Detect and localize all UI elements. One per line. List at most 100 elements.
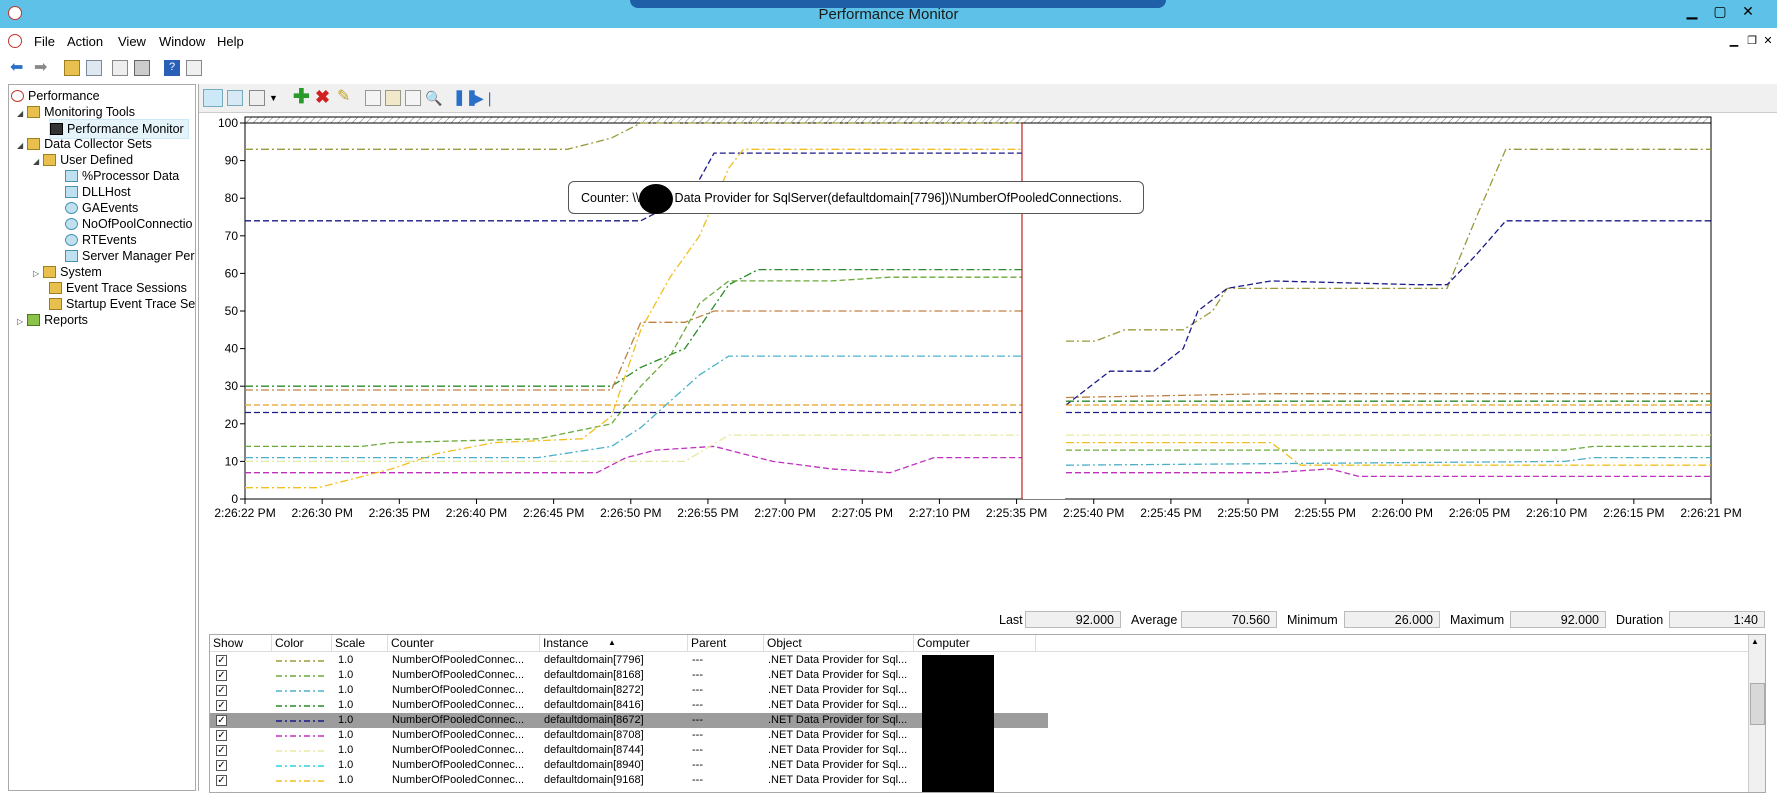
- show-checkbox[interactable]: ✓: [216, 715, 227, 726]
- show-checkbox[interactable]: ✓: [216, 700, 227, 711]
- show-checkbox[interactable]: ✓: [216, 745, 227, 756]
- back-icon[interactable]: ⬅: [10, 60, 26, 76]
- show-hide-tree-icon[interactable]: [86, 60, 102, 76]
- properties-icon[interactable]: [112, 60, 128, 76]
- instance-cell: defaultdomain[8940]: [544, 759, 644, 771]
- data-collector-running-icon: [65, 218, 78, 230]
- show-checkbox[interactable]: ✓: [216, 730, 227, 741]
- data-collector-icon: [65, 186, 78, 198]
- col-object[interactable]: Object: [764, 635, 914, 651]
- y-tick-label: 90: [225, 154, 239, 168]
- tree-label: Data Collector Sets: [44, 137, 152, 151]
- copy-properties-icon[interactable]: [365, 90, 381, 106]
- col-parent[interactable]: Parent: [688, 635, 764, 651]
- help-icon[interactable]: ?: [164, 60, 180, 76]
- redacted-computer-names: [922, 655, 994, 792]
- collapsed-arrow-icon[interactable]: ▷: [17, 317, 23, 326]
- forward-icon[interactable]: ➡: [34, 60, 50, 76]
- delete-counter-icon[interactable]: ✖: [315, 88, 331, 106]
- show-checkbox[interactable]: ✓: [216, 685, 227, 696]
- maximum-value: 92.000: [1510, 611, 1606, 628]
- paste-counter-list-icon[interactable]: [385, 90, 401, 106]
- counter-cell: NumberOfPooledConnec...: [392, 654, 525, 666]
- col-color[interactable]: Color: [272, 635, 332, 651]
- object-cell: .NET Data Provider for Sql...: [768, 654, 908, 666]
- scale-cell: 1.0: [338, 684, 354, 696]
- last-label: Last: [999, 613, 1023, 627]
- col-instance-label: Instance: [543, 636, 589, 650]
- show-checkbox[interactable]: ✓: [216, 655, 227, 666]
- counter-cell: NumberOfPooledConnec...: [392, 774, 525, 786]
- instance-cell: defaultdomain[7796]: [544, 654, 644, 666]
- folder-icon: [49, 282, 62, 294]
- change-graph-type-icon[interactable]: [249, 90, 265, 106]
- show-checkbox[interactable]: ✓: [216, 670, 227, 681]
- view-log-data-icon[interactable]: [227, 90, 243, 106]
- minimize-button[interactable]: ▁: [1680, 2, 1704, 20]
- legend-scrollbar[interactable]: ▲: [1748, 635, 1765, 792]
- menu-window[interactable]: Window: [159, 34, 205, 49]
- view-current-activity-icon[interactable]: [203, 89, 223, 107]
- tree-label: RTEvents: [82, 233, 137, 247]
- maximize-button[interactable]: ▢: [1708, 2, 1732, 20]
- y-tick-label: 10: [225, 454, 239, 468]
- col-counter[interactable]: Counter: [388, 635, 540, 651]
- scale-cell: 1.0: [338, 654, 354, 666]
- col-show[interactable]: Show: [210, 635, 272, 651]
- menu-view[interactable]: View: [118, 34, 146, 49]
- tree-item-reports[interactable]: ▷ Reports: [17, 311, 88, 329]
- update-data-icon[interactable]: ▶❘: [473, 90, 496, 106]
- collapsed-arrow-icon[interactable]: ▷: [33, 269, 39, 278]
- instance-cell: defaultdomain[9168]: [544, 774, 644, 786]
- tree-label: Event Trace Sessions: [66, 281, 187, 295]
- menu-app-icon[interactable]: [8, 34, 22, 48]
- menu-file[interactable]: File: [34, 34, 55, 49]
- print-icon[interactable]: [134, 60, 150, 76]
- show-checkbox[interactable]: ✓: [216, 775, 227, 786]
- scale-cell: 1.0: [338, 774, 354, 786]
- counter-cell: NumberOfPooledConnec...: [392, 714, 525, 726]
- menu-bar: File Action View Window Help ▁ ❐ ✕: [0, 28, 1777, 55]
- col-instance[interactable]: Instance ▲: [540, 635, 688, 651]
- x-tick-label: 2:25:50 PM: [1217, 506, 1278, 520]
- highlight-icon[interactable]: ✎: [337, 89, 353, 105]
- show-action-pane-icon[interactable]: [186, 60, 202, 76]
- monitor-chart-icon: [50, 123, 63, 135]
- up-folder-icon[interactable]: [64, 60, 80, 76]
- close-button[interactable]: ✕: [1736, 2, 1760, 20]
- scale-cell: 1.0: [338, 759, 354, 771]
- expanded-arrow-icon[interactable]: ◢: [33, 157, 39, 166]
- color-swatch: [276, 780, 326, 782]
- parent-cell: ---: [692, 759, 703, 771]
- sort-ascending-icon: ▲: [608, 638, 616, 647]
- menu-help[interactable]: Help: [217, 34, 244, 49]
- scroll-up-icon[interactable]: ▲: [1751, 637, 1759, 646]
- counter-cell: NumberOfPooledConnec...: [392, 744, 525, 756]
- expanded-arrow-icon[interactable]: ◢: [17, 109, 23, 118]
- instance-cell: defaultdomain[8272]: [544, 684, 644, 696]
- title-bar: Performance Monitor ▁ ▢ ✕: [0, 0, 1777, 28]
- graph-type-dropdown-icon[interactable]: ▼: [269, 90, 279, 106]
- scale-cell: 1.0: [338, 729, 354, 741]
- scroll-thumb[interactable]: [1750, 683, 1765, 725]
- add-counter-icon[interactable]: ✚: [293, 87, 310, 107]
- zoom-icon[interactable]: 🔍: [425, 90, 442, 106]
- parent-cell: ---: [692, 729, 703, 741]
- object-cell: .NET Data Provider for Sql...: [768, 699, 908, 711]
- col-computer[interactable]: Computer: [914, 635, 1036, 651]
- show-checkbox[interactable]: ✓: [216, 760, 227, 771]
- data-collector-running-icon: [65, 234, 78, 246]
- tree-label: Reports: [44, 313, 88, 327]
- properties-icon[interactable]: [405, 90, 421, 106]
- menu-action[interactable]: Action: [67, 34, 103, 49]
- folder-icon: [49, 298, 62, 310]
- x-tick-label: 2:25:40 PM: [1063, 506, 1124, 520]
- col-scale[interactable]: Scale: [332, 635, 388, 651]
- data-collector-icon: [65, 250, 78, 262]
- color-swatch: [276, 750, 326, 752]
- expanded-arrow-icon[interactable]: ◢: [17, 141, 23, 150]
- mdi-close-button[interactable]: ✕: [1756, 32, 1777, 50]
- freeze-display-icon[interactable]: ❚❚: [453, 90, 478, 106]
- data-collector-running-icon: [65, 202, 78, 214]
- parent-cell: ---: [692, 684, 703, 696]
